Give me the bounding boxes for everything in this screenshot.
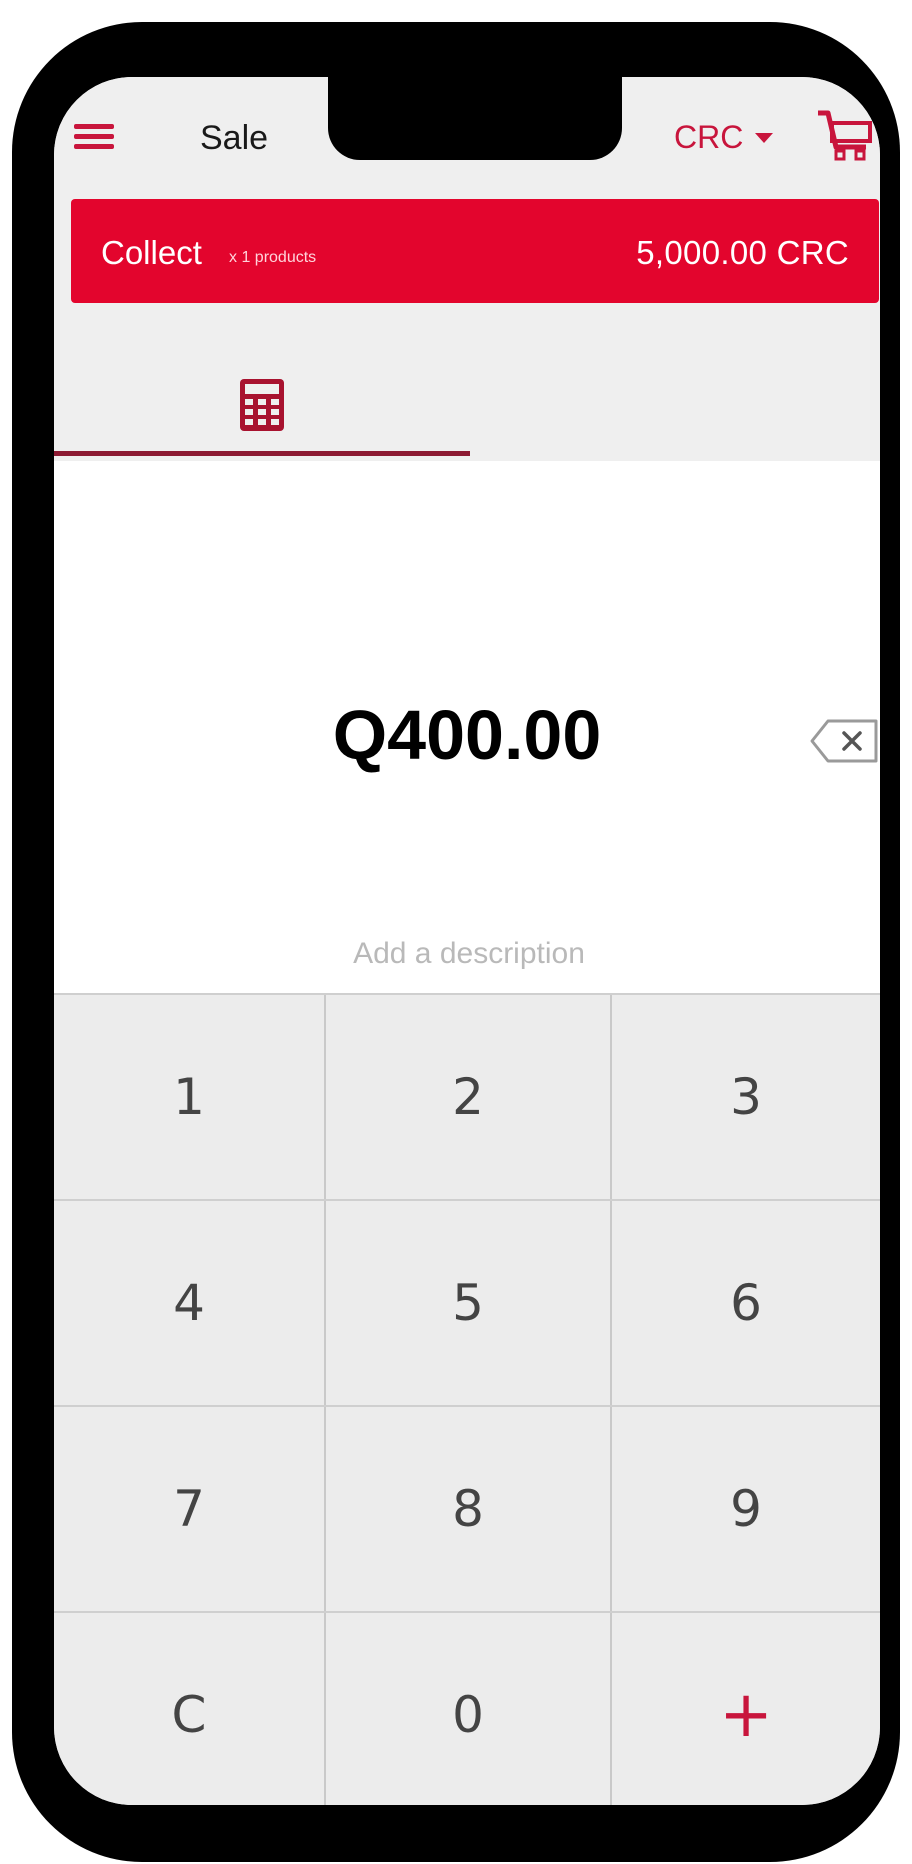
keypad-divider: [54, 1199, 880, 1201]
shopping-cart-icon[interactable]: [816, 107, 872, 165]
description-input[interactable]: [217, 929, 721, 979]
key-add[interactable]: +: [612, 1613, 880, 1805]
key-8[interactable]: 8: [326, 1407, 610, 1611]
key-7[interactable]: 7: [54, 1407, 324, 1611]
keypad-divider: [324, 995, 326, 1805]
caret-down-icon: [755, 132, 774, 143]
app-screen: Sale CRC Collect x 1 products 5,000.00 C…: [54, 77, 880, 1805]
collect-button[interactable]: Collect x 1 products 5,000.00 CRC: [71, 199, 879, 303]
keypad-divider: [610, 995, 612, 1805]
currency-value: CRC: [674, 119, 744, 155]
keypad-divider: [54, 1611, 880, 1613]
page-title: Sale: [200, 119, 269, 157]
key-9[interactable]: 9: [612, 1407, 880, 1611]
keypad-divider: [54, 1405, 880, 1407]
hamburger-menu-icon[interactable]: [74, 124, 114, 150]
key-1[interactable]: 1: [54, 995, 324, 1199]
key-2[interactable]: 2: [326, 995, 610, 1199]
key-clear[interactable]: C: [54, 1613, 324, 1805]
key-0[interactable]: 0: [326, 1613, 610, 1805]
active-tab-indicator: [54, 451, 470, 456]
phone-frame: Sale CRC Collect x 1 products 5,000.00 C…: [12, 22, 900, 1862]
key-3[interactable]: 3: [612, 995, 880, 1199]
amount-display-area: Q400.00: [54, 461, 880, 993]
calculator-icon: [240, 379, 284, 431]
key-5[interactable]: 5: [326, 1201, 610, 1405]
key-4[interactable]: 4: [54, 1201, 324, 1405]
currency-dropdown[interactable]: CRC: [674, 119, 774, 156]
collect-label: Collect: [101, 234, 202, 271]
tab-keypad[interactable]: [54, 345, 470, 461]
tab-product-list[interactable]: [470, 345, 880, 461]
key-6[interactable]: 6: [612, 1201, 880, 1405]
backspace-icon[interactable]: [810, 715, 880, 767]
view-tabs: [54, 345, 880, 461]
collect-total: 5,000.00 CRC: [636, 234, 849, 271]
numeric-keypad: 1 2 3 4 5 6 7 8 9 C 0 +: [54, 993, 880, 1805]
device-notch: [328, 77, 622, 160]
collect-product-count: x 1 products: [229, 249, 317, 266]
amount-value: Q400.00: [332, 696, 602, 774]
